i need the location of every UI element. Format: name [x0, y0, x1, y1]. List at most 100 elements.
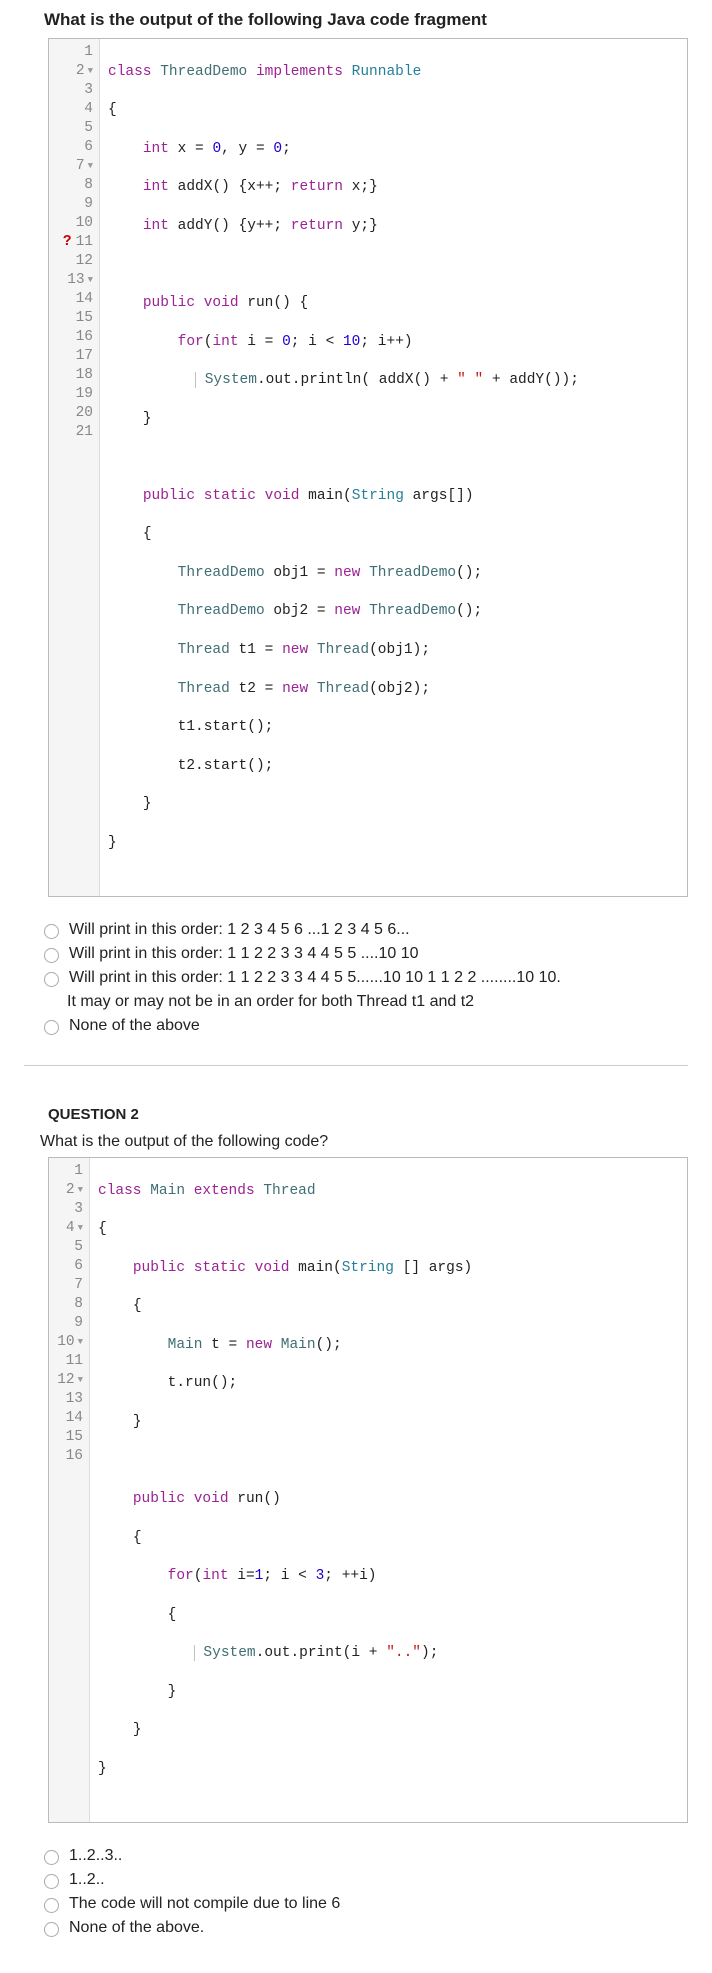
radio-icon[interactable] — [44, 948, 59, 963]
gutter-line: 7▼ — [49, 157, 99, 176]
id-obj2: obj2 — [273, 603, 308, 619]
rp: ) — [272, 1491, 281, 1507]
gutter-line: 4▼ — [49, 1219, 89, 1238]
gutter-line: 2▼ — [49, 62, 99, 81]
kw-int: int — [143, 141, 169, 157]
brace: { — [133, 1298, 142, 1314]
kw-public: public — [143, 488, 195, 504]
gutter-line: 1 — [49, 1162, 89, 1181]
q1-option-1[interactable]: Will print in this order: 1 2 3 4 5 6 ..… — [44, 921, 688, 939]
var-i: i — [247, 334, 256, 350]
gutter-line: 8 — [49, 176, 99, 195]
id-t2: t2 — [178, 758, 195, 774]
fn-println: println — [300, 372, 361, 388]
id-obj1: obj1 — [378, 642, 413, 658]
lp: ( — [361, 372, 370, 388]
brace: } — [133, 1414, 142, 1430]
semi: ; — [360, 334, 369, 350]
gutter-line: 18 — [49, 366, 99, 385]
id-out: out — [266, 372, 292, 388]
q2-option-4[interactable]: None of the above. — [44, 1919, 688, 1937]
q1-option-4[interactable]: None of the above — [44, 1017, 688, 1035]
gutter-line: 3 — [49, 1200, 89, 1219]
kw-new: new — [282, 642, 308, 658]
str-space: " " — [457, 372, 483, 388]
id-out: out — [264, 1645, 290, 1661]
option-text: It may or may not be in an order for bot… — [67, 993, 688, 1011]
dot: . — [195, 758, 204, 774]
lp: ( — [544, 372, 553, 388]
radio-icon[interactable] — [44, 1898, 59, 1913]
gutter-line: 9 — [49, 1314, 89, 1333]
cls-threaddemo: ThreadDemo — [369, 565, 456, 581]
cls-main: Main — [281, 1337, 316, 1353]
id-t1: t1 — [239, 642, 256, 658]
kw-void: void — [255, 1260, 290, 1276]
q1-option-3[interactable]: Will print in this order: 1 1 2 2 3 3 4 … — [44, 969, 688, 987]
op-pp: ++ — [387, 334, 404, 350]
gutter-line: 21 — [49, 423, 99, 442]
q2-option-3[interactable]: The code will not compile due to line 6 — [44, 1895, 688, 1913]
q2-code: class Main extends Thread { public stati… — [90, 1158, 687, 1822]
option-text: None of the above — [69, 1017, 688, 1035]
fn-start: start — [204, 719, 248, 735]
q2-gutter: 12▼34▼5678910▼1112▼13141516 — [49, 1158, 90, 1822]
brace: } — [369, 179, 378, 195]
lp: ( — [212, 218, 221, 234]
gutter-line: 10 — [49, 214, 99, 233]
q1-option-2[interactable]: Will print in this order: 1 1 2 2 3 3 4 … — [44, 945, 688, 963]
var-i: i — [378, 334, 387, 350]
rp: ) — [404, 334, 413, 350]
id-t2: t2 — [239, 681, 256, 697]
gutter-line: 4 — [49, 100, 99, 119]
kw-new: new — [246, 1337, 272, 1353]
kw-new: new — [334, 603, 360, 619]
q1-code-box: 12▼34567▼8910?111213▼1415161718192021 cl… — [48, 38, 688, 897]
gutter-line: 7 — [49, 1276, 89, 1295]
semi: ; — [430, 1645, 439, 1661]
rp: ) — [553, 372, 562, 388]
dot: . — [256, 1645, 265, 1661]
var-x: x — [247, 179, 256, 195]
num-0: 0 — [212, 141, 221, 157]
radio-icon[interactable] — [44, 924, 59, 939]
radio-icon[interactable] — [44, 972, 59, 987]
semi: ; — [324, 1568, 333, 1584]
num-0: 0 — [282, 334, 291, 350]
radio-icon[interactable] — [44, 1922, 59, 1937]
id-args: args — [429, 1260, 464, 1276]
semi: ; — [421, 642, 430, 658]
lp: ( — [247, 758, 256, 774]
op-eq: = — [256, 334, 282, 350]
rp: ) — [324, 1337, 333, 1353]
op-lt: < — [317, 334, 343, 350]
rp: ) — [421, 1645, 430, 1661]
gutter-line: 13 — [49, 1390, 89, 1409]
num-3: 3 — [316, 1568, 325, 1584]
semi: ; — [229, 1375, 238, 1391]
brace: } — [369, 218, 378, 234]
radio-icon[interactable] — [44, 1874, 59, 1889]
kw-class: class — [108, 64, 152, 80]
op-pp: ++ — [256, 218, 273, 234]
op-plus: + — [483, 372, 509, 388]
fn-main: main — [298, 1260, 333, 1276]
lp: ( — [456, 565, 465, 581]
brace: { — [168, 1607, 177, 1623]
rp: ) — [256, 719, 265, 735]
q2-option-2[interactable]: 1..2.. — [44, 1871, 688, 1889]
radio-icon[interactable] — [44, 1850, 59, 1865]
radio-icon[interactable] — [44, 1020, 59, 1035]
kw-extends: extends — [194, 1183, 255, 1199]
brace: } — [133, 1722, 142, 1738]
option-text: 1..2.. — [69, 1871, 688, 1889]
op-pp: ++ — [256, 179, 273, 195]
brace: { — [299, 295, 308, 311]
op-plus: + — [431, 372, 457, 388]
fn-run: run — [185, 1375, 211, 1391]
lp: ( — [194, 1568, 203, 1584]
semi: ; — [273, 179, 282, 195]
gutter-line: 5 — [49, 1238, 89, 1257]
fn-main: main — [308, 488, 343, 504]
q2-option-1[interactable]: 1..2..3.. — [44, 1847, 688, 1865]
